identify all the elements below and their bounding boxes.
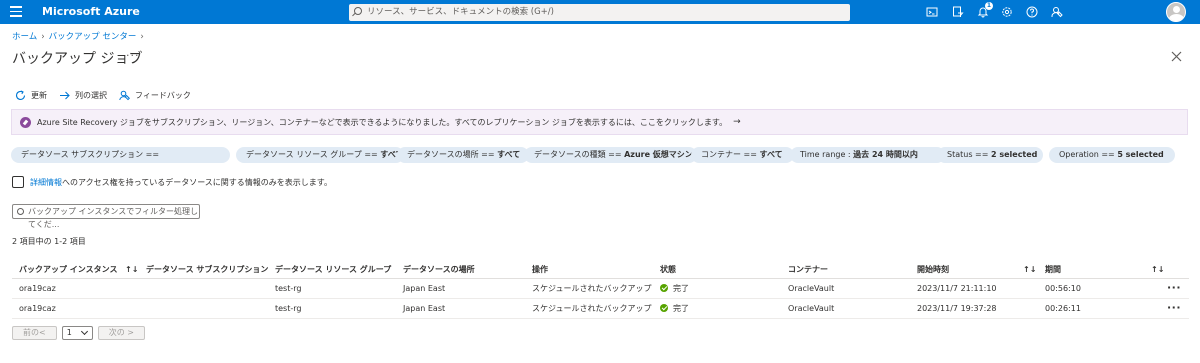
cell-instance: ora19caz xyxy=(19,304,56,313)
help-icon[interactable] xyxy=(1026,6,1038,18)
notification-badge: 1 xyxy=(985,2,993,10)
choose-columns-button[interactable]: 列の選択 xyxy=(59,90,107,101)
item-count: 2 項目中の 1-2 項目 xyxy=(12,237,86,246)
refresh-button[interactable]: 更新 xyxy=(15,90,47,101)
row-more-icon[interactable]: ··· xyxy=(1167,279,1181,297)
refresh-icon xyxy=(15,90,26,100)
table-header: バックアップ インスタンス ↑↓ データソース サブスクリプション データソース… xyxy=(12,260,1189,279)
choose-columns-label: 列の選択 xyxy=(75,90,107,100)
row-more-icon[interactable]: ··· xyxy=(1167,299,1181,317)
more-options-icon[interactable]: ··· xyxy=(126,49,140,62)
jobs-table: バックアップ インスタンス ↑↓ データソース サブスクリプション データソース… xyxy=(12,260,1189,319)
filter-pill-status[interactable]: Status == 2 selected xyxy=(937,147,1043,163)
header-start-time[interactable]: 開始時刻 xyxy=(917,260,949,279)
success-icon xyxy=(660,284,668,292)
cell-resource-group: test-rg xyxy=(275,284,302,293)
breadcrumb-separator: › xyxy=(41,32,45,42)
sort-icon[interactable]: ↑↓ xyxy=(1023,260,1036,279)
cell-status: 完了 xyxy=(660,299,689,319)
cell-duration: 00:26:11 xyxy=(1045,304,1081,313)
breadcrumb-backup-center[interactable]: バックアップ センター xyxy=(49,32,137,42)
header-location[interactable]: データソースの場所 xyxy=(403,260,475,279)
cell-location: Japan East xyxy=(403,284,446,293)
top-bar: Microsoft Azure リソース、サービス、ドキュメントの検索 (G+/… xyxy=(0,0,1200,24)
sort-icon[interactable]: ↑↓ xyxy=(125,260,138,279)
header-status[interactable]: 状態 xyxy=(660,260,676,279)
access-text: へのアクセス権を持っているデータソースに関する情報のみを表示します。 xyxy=(62,177,332,187)
search-input[interactable]: リソース、サービス、ドキュメントの検索 (G+/) xyxy=(349,4,850,21)
table-row[interactable]: ora19caz test-rg Japan East スケジュールされたバック… xyxy=(12,279,1189,299)
feedback-person-icon xyxy=(119,90,130,100)
cell-operation: スケジュールされたバックアップ xyxy=(532,284,652,293)
cell-duration: 00:56:10 xyxy=(1045,284,1081,293)
cell-instance: ora19caz xyxy=(19,284,56,293)
info-icon xyxy=(20,116,31,128)
filter-pills: データソース サブスクリプション == データソース リソース グループ == … xyxy=(11,147,1191,163)
refresh-label: 更新 xyxy=(31,90,47,100)
cell-operation: スケジュールされたバックアップ xyxy=(532,304,652,313)
next-page-button[interactable]: 次の > xyxy=(97,326,145,340)
instance-filter-input[interactable]: バックアップ インスタンスでフィルター処理してくだ... xyxy=(12,204,200,229)
cell-start-time: 2023/11/7 21:11:10 xyxy=(917,284,997,293)
feedback-label: フィードバック xyxy=(135,90,191,100)
cell-vault: OracleVault xyxy=(788,304,835,313)
prev-page-button[interactable]: 前の< xyxy=(12,326,57,340)
cloud-shell-icon[interactable] xyxy=(926,6,938,18)
toolbar: 更新 列の選択 フィードバック xyxy=(15,88,203,102)
sort-icon[interactable]: ↑↓ xyxy=(1151,260,1164,279)
header-operation[interactable]: 操作 xyxy=(532,260,548,279)
search-icon xyxy=(17,208,24,215)
feedback-icon[interactable] xyxy=(1051,6,1063,18)
learn-more-link[interactable]: 詳細情報 xyxy=(30,177,62,188)
arrow-right-icon: → xyxy=(733,117,741,127)
filter-pill-vault[interactable]: コンテナー == すべて xyxy=(691,147,794,163)
filter-placeholder: バックアップ インスタンスでフィルター処理してくだ... xyxy=(28,207,199,229)
brand-title[interactable]: Microsoft Azure xyxy=(42,0,140,24)
cell-start-time: 2023/11/7 19:37:28 xyxy=(917,304,997,313)
filter-pill-operation[interactable]: Operation == 5 selected xyxy=(1049,147,1175,163)
header-subscription[interactable]: データソース サブスクリプション xyxy=(146,260,268,279)
access-filter-row: 詳細情報 へのアクセス権を持っているデータソースに関する情報のみを表示します。 xyxy=(12,176,332,188)
table-row[interactable]: ora19caz test-rg Japan East スケジュールされたバック… xyxy=(12,299,1189,319)
page-title: バックアップ ジョブ xyxy=(12,51,143,67)
cell-location: Japan East xyxy=(403,304,446,313)
filter-pill-resource-group[interactable]: データソース リソース グループ == すべて xyxy=(236,147,404,163)
pagination: 前の< 1 次の > xyxy=(12,326,145,340)
access-checkbox[interactable] xyxy=(12,176,24,188)
header-vault[interactable]: コンテナー xyxy=(788,260,828,279)
filter-pill-datasource-type[interactable]: データソースの種類 == Azure 仮想マシン xyxy=(524,147,697,163)
search-placeholder: リソース、サービス、ドキュメントの検索 (G+/) xyxy=(367,7,554,17)
arrow-right-icon xyxy=(60,91,70,99)
header-resource-group[interactable]: データソース リソース グループ xyxy=(275,260,391,279)
filter-pill-location[interactable]: データソースの場所 == すべて xyxy=(397,147,529,163)
breadcrumb-home[interactable]: ホーム xyxy=(12,32,37,42)
header-duration[interactable]: 期間 xyxy=(1045,260,1061,279)
banner-text: Azure Site Recovery ジョブをサブスクリプション、リージョン、… xyxy=(37,117,728,127)
header-backup-instance[interactable]: バックアップ インスタンス xyxy=(19,260,117,279)
info-banner[interactable]: Azure Site Recovery ジョブをサブスクリプション、リージョン、… xyxy=(11,109,1188,135)
filter-pill-subscription[interactable]: データソース サブスクリプション == xyxy=(11,147,230,163)
settings-icon[interactable] xyxy=(1001,6,1013,18)
feedback-button[interactable]: フィードバック xyxy=(119,90,191,101)
menu-icon[interactable] xyxy=(10,6,22,18)
page-select[interactable]: 1 xyxy=(61,326,93,340)
search-icon xyxy=(354,7,362,15)
filter-pill-time-range[interactable]: Time range : 過去 24 時間以内 xyxy=(790,147,945,163)
success-icon xyxy=(660,304,668,312)
notifications-icon[interactable]: 1 xyxy=(977,2,993,18)
directory-filter-icon[interactable] xyxy=(952,6,964,18)
cell-status: 完了 xyxy=(660,279,689,299)
close-icon[interactable] xyxy=(1171,51,1182,62)
breadcrumb-separator: › xyxy=(140,32,144,42)
cell-resource-group: test-rg xyxy=(275,304,302,313)
avatar[interactable] xyxy=(1166,2,1186,22)
breadcrumb: ホーム › バックアップ センター › xyxy=(12,30,148,42)
cell-vault: OracleVault xyxy=(788,284,835,293)
